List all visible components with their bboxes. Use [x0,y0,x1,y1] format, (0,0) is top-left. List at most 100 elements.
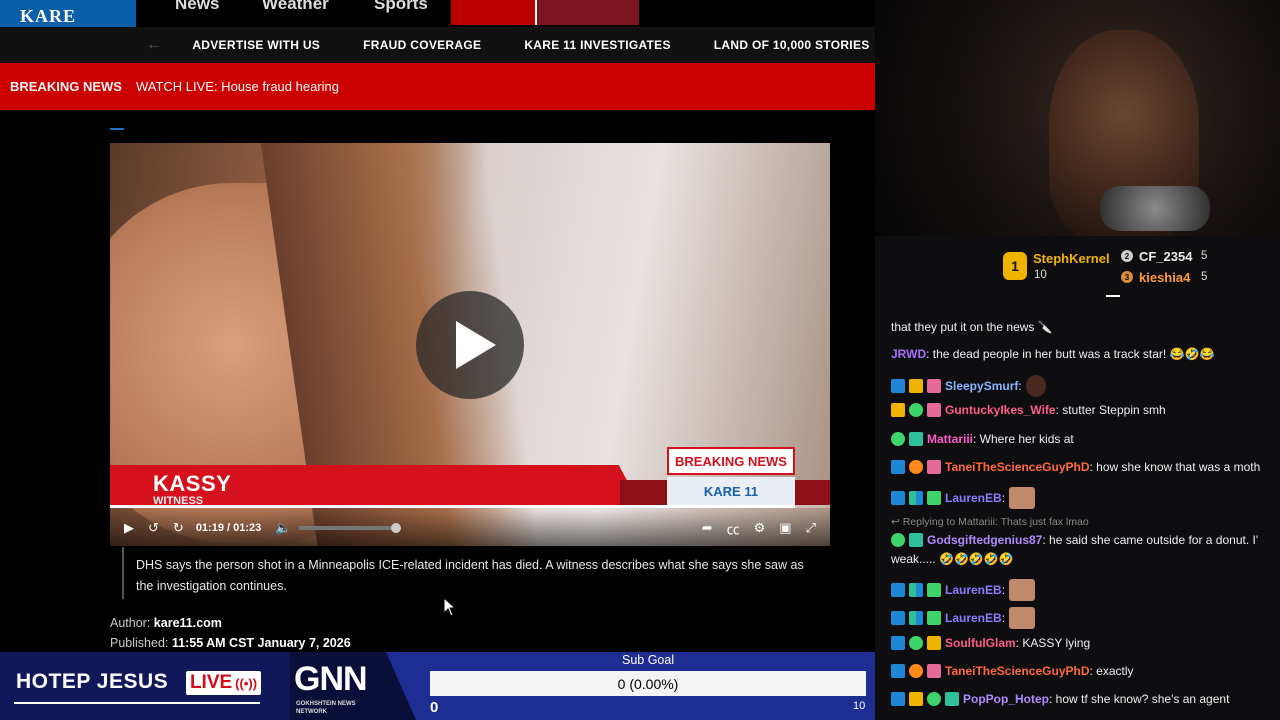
forward-icon[interactable]: ↻ [173,520,184,536]
promo-image [535,0,639,25]
video-progress-bar[interactable] [110,505,830,508]
chat-text: : how she know that was a moth [1089,460,1261,474]
published-value: 11:55 AM CST January 7, 2026 [171,636,351,650]
first-place-badge-icon [909,664,923,678]
chat-username[interactable]: LaurenEB [945,611,1002,625]
emote-icon [1025,375,1046,397]
captions-icon[interactable]: ㏄ [727,519,740,538]
chat-message-continued: weak..... 🤣🤣🤣🤣🤣 [891,552,1014,566]
fullscreen-icon[interactable]: ⤢ [806,520,816,536]
chat-username[interactable]: Mattariii [927,432,973,446]
moderator-badge-icon [891,460,905,474]
logo-text: KARE [20,6,77,26]
pip-icon[interactable]: ▣ [779,520,791,536]
leaderboard: 1 StephKernel 10 2 CF_2354 5 3 kieshia4 … [875,236,1280,297]
accent-line [110,128,124,130]
bits-badge-icon [909,491,923,505]
leader-third-name[interactable]: kieshia4 [1139,270,1190,285]
star-badge-icon [891,432,905,446]
nav-news[interactable]: News [175,0,219,14]
video-caption: DHS says the person shot in a Minneapoli… [122,547,822,599]
nav-land-of-stories[interactable]: LAND OF 10,000 STORIES [714,38,870,52]
gift-badge-icon [927,664,941,678]
chat-username[interactable]: TaneiTheScienceGuyPhD [945,460,1090,474]
chat-text: that they put it on the news 🔪 [891,320,1053,334]
chat-text: : KASSY lying [1015,636,1091,650]
crown-badge-icon [909,692,923,706]
share-icon[interactable]: ➦ [702,520,713,536]
chat-username[interactable]: TaneiTheScienceGuyPhD [945,664,1090,678]
chat-message: LaurenEB: [891,607,1036,629]
chat-username[interactable]: SleepySmurf [945,379,1018,393]
chat-username[interactable]: LaurenEB [945,491,1002,505]
chat-username[interactable]: Godsgiftedgenius87 [927,533,1042,547]
bits-badge-icon [909,611,923,625]
chat-text: : exactly [1089,664,1134,678]
nav-advertise[interactable]: ADVERTISE WITH US [192,38,320,52]
reply-text: ↩ Replying to Mattariii: Thats just fax … [891,516,1089,528]
moderator-badge-icon [891,583,905,597]
nav-sports[interactable]: Sports [374,0,428,14]
mouse-cursor-icon [443,597,457,617]
webcam-feed [875,0,1280,236]
leader-second-name[interactable]: CF_2354 [1139,249,1192,264]
star-badge-icon [909,636,923,650]
secondary-nav: ← ADVERTISE WITH US FRAUD COVERAGE KARE … [0,27,875,63]
chat-username[interactable]: LaurenEB [945,583,1002,597]
chat-message: Godsgiftedgenius87: he said she came out… [891,533,1258,547]
author-line: Author: kare11.com [110,616,222,630]
chat-message: TaneiTheScienceGuyPhD: how she know that… [891,460,1260,474]
sub-goal-min: 0 [430,699,439,716]
chat-text: : Where her kids at [973,432,1074,446]
video-player[interactable]: KASSY WITNESS BREAKING NEWS KARE 11 ▶ ↺ … [110,143,830,546]
author-value[interactable]: kare11.com [154,616,222,630]
sub-goal-max: 10 [853,700,866,712]
chat-text: : he said she came outside for a donut. … [1042,533,1259,547]
leader-first-name[interactable]: StephKernel [1033,251,1110,266]
chat-username[interactable]: GuntuckyIkes_Wife [945,403,1056,417]
author-label: Author: [110,616,151,630]
broadcast-icon: ((•)) [235,675,258,691]
nav-weather[interactable]: Weather [262,0,329,14]
chat-username[interactable]: SoulfulGlam [945,636,1016,650]
bits-badge-icon [909,583,923,597]
volume-slider[interactable] [299,523,402,533]
chat-text: : [1001,611,1006,625]
chat-message: LaurenEB: [891,579,1036,601]
chat-text: : [1018,379,1022,393]
sub-goal-title: Sub Goal [622,653,675,667]
gift-badge-icon [927,460,941,474]
star-badge-icon [891,533,905,547]
chat-username[interactable]: JRWD [891,347,926,361]
play-icon[interactable]: ▶ [124,520,134,536]
play-overlay-icon[interactable] [416,291,524,399]
leader-second-count: 5 [1201,250,1208,262]
nav-fraud-coverage[interactable]: FRAUD COVERAGE [363,38,481,52]
emote-icon [1009,487,1036,509]
chat-message: Mattariii: Where her kids at [891,432,1074,446]
chat-message: GuntuckyIkes_Wife: stutter Steppin smh [891,403,1166,417]
gift-badge-icon [927,636,941,650]
volume-knob[interactable] [391,523,402,533]
reply-indicator[interactable]: ↩ Replying to Mattariii: Thats just fax … [891,516,1089,528]
breaking-news-bar[interactable]: BREAKING NEWS WATCH LIVE: House fraud he… [0,63,875,110]
rewind-icon[interactable]: ↺ [148,520,159,536]
promo-banner[interactable] [451,0,639,25]
chat-message: PopPop_Hotep: how tf she know? she's an … [891,692,1229,706]
moderator-badge-icon [891,636,905,650]
live-label: LIVE [189,672,233,693]
leader-third-count: 5 [1201,271,1208,283]
first-place-icon: 1 [1003,252,1027,280]
volume-icon[interactable]: 🔈 [275,520,291,536]
chat-username[interactable]: PopPop_Hotep [963,692,1049,706]
live-badge: LIVE ((•)) [186,671,261,695]
chat-divider-handle-icon[interactable] [1106,295,1120,297]
second-place-icon: 2 [1121,250,1133,262]
breaking-text[interactable]: WATCH LIVE: House fraud hearing [136,79,339,94]
video-controls: ▶ ↺ ↻ 01:19 / 01:23 🔈 ➦ ㏄ ⚙ ▣ ⤢ [110,510,830,546]
nav-kare11-investigates[interactable]: KARE 11 INVESTIGATES [524,38,670,52]
settings-gear-icon[interactable]: ⚙ [754,520,766,536]
kare-logo[interactable]: KARE [0,0,136,27]
network-logo: GNN [294,660,368,698]
nav-back-arrow-icon[interactable]: ← [146,36,162,54]
